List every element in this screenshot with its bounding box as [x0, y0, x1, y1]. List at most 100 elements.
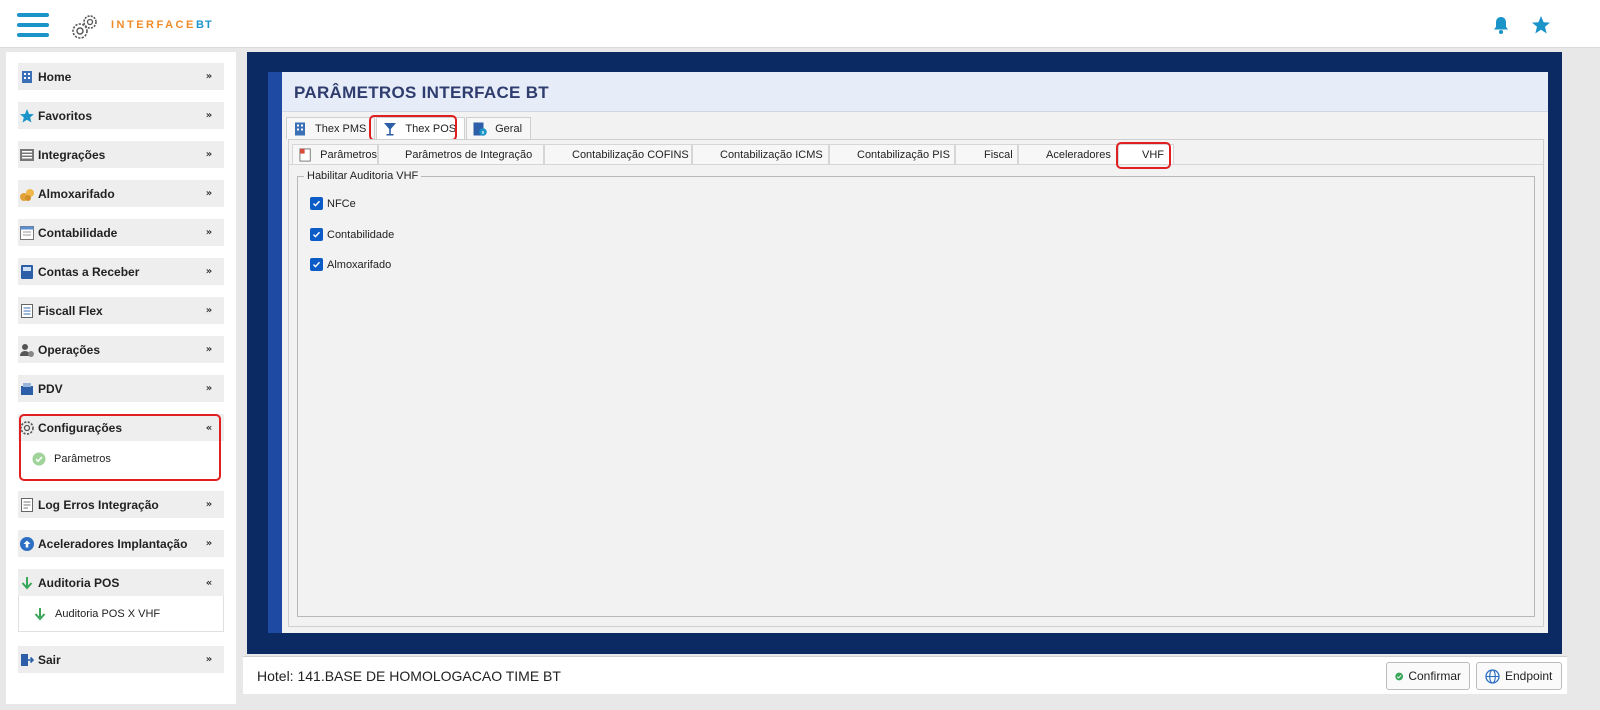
groupbox-habilitar-auditoria-vhf: Habilitar Auditoria VHF NFCe Contabilida…	[297, 170, 1535, 617]
endpoint-button[interactable]: Endpoint	[1476, 662, 1562, 690]
bell-icon[interactable]	[1490, 14, 1512, 36]
sidebar-item-auditoria-pos[interactable]: Auditoria POS »	[18, 569, 224, 596]
sidebar-item-label: Contabilidade	[38, 225, 118, 240]
subtab-parametros-de-integracao[interactable]: Parâmetros de Integração	[378, 144, 544, 164]
subtab-contabilizacao-icms[interactable]: Contabilização ICMS	[692, 144, 829, 164]
footer-bar: Hotel: 141.BASE DE HOMOLOGACAO TIME BT C…	[243, 656, 1567, 694]
sidebar-item-pdv[interactable]: PDV »	[18, 375, 224, 402]
sidebar-item-label: Aceleradores Implantação	[38, 536, 188, 551]
page-title: PARÂMETROS INTERFACE BT	[294, 83, 549, 102]
subtab-fiscal[interactable]: Fiscal	[955, 144, 1018, 164]
checkbox-checked-icon[interactable]	[310, 228, 323, 241]
chevron-down-icon: »	[205, 383, 213, 394]
top-bar: INTERFACE BT	[0, 0, 1600, 48]
highlight-box	[1116, 142, 1171, 169]
sidebar-item-favoritos[interactable]: Favoritos »	[18, 102, 224, 129]
upload-icon	[19, 536, 35, 552]
checkbox-label: Contabilidade	[327, 228, 395, 241]
panel-header: PARÂMETROS INTERFACE BT	[282, 72, 1548, 112]
chevron-down-icon: »	[205, 110, 213, 121]
sidebar-item-contabilidade[interactable]: Contabilidade »	[18, 219, 224, 246]
sidebar-item-label: Operações	[38, 342, 101, 357]
confirm-label: Confirmar	[1408, 669, 1461, 683]
sidebar-item-label: Favoritos	[38, 108, 93, 123]
sidebar-item-aceleradores-implantacao[interactable]: Aceleradores Implantação »	[18, 530, 224, 557]
user-gear-icon	[19, 342, 35, 358]
subtab-label: Parâmetros	[320, 148, 377, 161]
sidebar-item-log-erros-integracao[interactable]: Log Erros Integração »	[18, 491, 224, 518]
sidebar-item-operacoes[interactable]: Operações »	[18, 336, 224, 363]
app-logo-text: INTERFACE	[111, 19, 196, 31]
subtab-contabilizacao-cofins[interactable]: Contabilização COFINS	[544, 144, 692, 164]
subtab-parametros[interactable]: Parâmetros	[292, 144, 378, 164]
subtab-contabilizacao-pis[interactable]: Contabilização PIS	[829, 144, 955, 164]
sidebar: Home » Favoritos » Integrações » Almoxar…	[6, 52, 236, 704]
sidebar-item-contas-a-receber[interactable]: Contas a Receber »	[18, 258, 224, 285]
sidebar-item-label: Log Erros Integração	[38, 497, 159, 512]
building-icon	[19, 69, 35, 85]
tab-label: Geral	[495, 122, 523, 135]
checkbox-checked-icon[interactable]	[310, 197, 323, 210]
hamburger-menu-icon[interactable]	[17, 13, 49, 38]
checkbox-nfce[interactable]: NFCe	[310, 197, 356, 210]
sub-tabs: Parâmetros Parâmetros de Integração Cont…	[292, 144, 1174, 164]
star-icon	[19, 108, 35, 124]
subtab-label: Fiscal	[984, 148, 1013, 161]
checkbox-label: Almoxarifado	[327, 258, 392, 271]
tab-label: Thex PMS	[315, 122, 367, 135]
subtab-label: Contabilização COFINS	[572, 148, 689, 161]
register-icon	[19, 264, 35, 280]
exit-icon	[19, 652, 35, 668]
sidebar-item-label: Integrações	[38, 147, 106, 162]
checkbox-contabilidade[interactable]: Contabilidade	[310, 228, 394, 241]
sidebar-item-fiscall-flex[interactable]: Fiscall Flex »	[18, 297, 224, 324]
document-icon	[19, 303, 35, 319]
inner-strip	[268, 72, 282, 633]
confirm-button[interactable]: Confirmar	[1386, 662, 1470, 690]
sidebar-item-almoxarifado[interactable]: Almoxarifado »	[18, 180, 224, 207]
pos-icon	[19, 381, 35, 397]
subtab-aceleradores[interactable]: Aceleradores	[1018, 144, 1118, 164]
sidebar-item-sair[interactable]: Sair »	[18, 646, 224, 673]
chevron-down-icon: »	[205, 499, 213, 510]
checkbox-checked-icon[interactable]	[310, 258, 323, 271]
subtab-divider	[289, 164, 1543, 165]
sidebar-item-integracoes[interactable]: Integrações »	[18, 141, 224, 168]
coins-icon	[19, 186, 35, 202]
checkbox-almoxarifado[interactable]: Almoxarifado	[310, 258, 391, 271]
sidebar-subitem-label: Auditoria POS X VHF	[55, 608, 161, 620]
checkbox-label: NFCe	[327, 197, 356, 210]
groupbox-title: Habilitar Auditoria VHF	[304, 170, 422, 182]
tab-geral[interactable]: Geral	[466, 117, 532, 139]
chevron-down-icon: »	[205, 305, 213, 316]
sidebar-item-home[interactable]: Home »	[18, 63, 224, 90]
info-doc-icon	[473, 122, 487, 136]
endpoint-label: Endpoint	[1505, 669, 1553, 683]
chevron-down-icon: »	[205, 71, 213, 82]
parameters-panel: PARÂMETROS INTERFACE BT Thex PMS Thex PO…	[282, 72, 1548, 633]
sidebar-item-label: Auditoria POS	[38, 575, 120, 590]
highlight-box	[19, 414, 221, 481]
subtab-label: Parâmetros de Integração	[405, 148, 533, 161]
globe-icon	[1485, 668, 1500, 684]
chevron-down-icon: »	[205, 266, 213, 277]
tab-content: Parâmetros Parâmetros de Integração Cont…	[288, 139, 1544, 627]
sidebar-subitem-auditoria-pos-x-vhf[interactable]: Auditoria POS X VHF	[19, 600, 223, 628]
sidebar-item-label: Fiscall Flex	[38, 303, 103, 318]
star-icon[interactable]	[1530, 14, 1552, 36]
sidebar-item-label: Sair	[38, 652, 61, 667]
arrow-down-icon	[34, 608, 46, 621]
sidebar-item-label: Contas a Receber	[38, 264, 140, 279]
doc-icon	[299, 147, 311, 162]
log-icon	[19, 497, 35, 513]
tab-thex-pms[interactable]: Thex PMS	[286, 117, 376, 139]
sidebar-item-label: Almoxarifado	[38, 186, 115, 201]
sidebar-item-label: PDV	[38, 381, 63, 396]
app-logo-suffix: BT	[196, 19, 213, 31]
chevron-down-icon: »	[205, 188, 213, 199]
building-icon	[295, 122, 305, 135]
gears-logo-icon	[72, 15, 97, 39]
hotel-status: Hotel: 141.BASE DE HOMOLOGACAO TIME BT	[257, 668, 561, 684]
subtab-label: Contabilização ICMS	[720, 148, 823, 161]
chevron-down-icon: »	[205, 149, 213, 160]
